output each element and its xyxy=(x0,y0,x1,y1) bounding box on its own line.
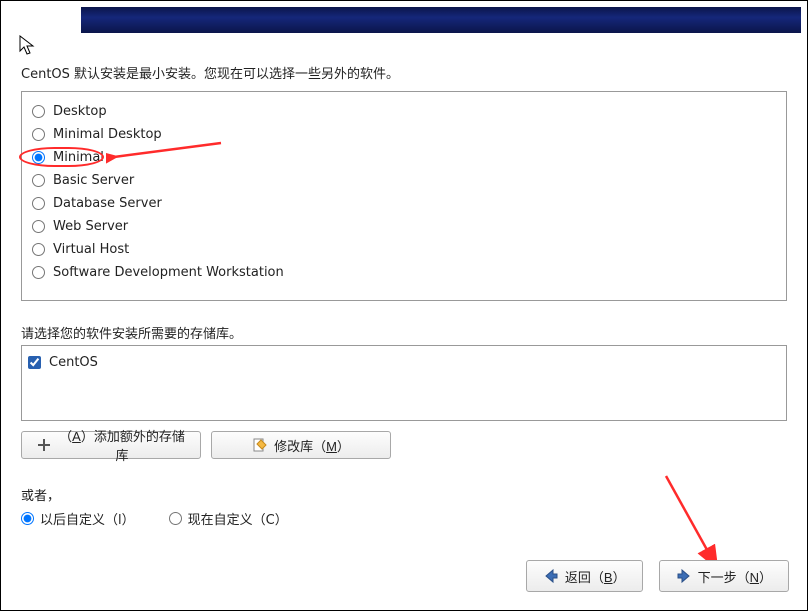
or-label: 或者， xyxy=(21,485,60,504)
intro-text: CentOS 默认安装是最小安装。您现在可以选择一些另外的软件。 xyxy=(21,63,787,82)
repo-centos[interactable]: CentOS xyxy=(28,352,780,372)
customize-later-label: 以后自定义（l） xyxy=(40,509,135,528)
footer-buttons: 返回（B） 下一步（N） xyxy=(526,560,789,592)
header-bar xyxy=(81,7,801,33)
customize-later[interactable]: 以后自定义（l） xyxy=(21,509,135,528)
add-repo-label: （A）添加额外的存储库 xyxy=(58,426,186,464)
radio-sdw[interactable] xyxy=(32,266,45,279)
software-option-label: Minimal Desktop xyxy=(53,127,162,142)
checkbox-centos[interactable] xyxy=(28,356,41,369)
software-option-minimal-desktop[interactable]: Minimal Desktop xyxy=(30,123,778,146)
radio-customize-later[interactable] xyxy=(21,512,34,525)
customize-now-label: 现在自定义（C） xyxy=(188,509,288,528)
customize-now[interactable]: 现在自定义（C） xyxy=(169,509,288,528)
back-button[interactable]: 返回（B） xyxy=(526,560,643,592)
software-option-virtual-host[interactable]: Virtual Host xyxy=(30,238,778,261)
repo-buttons: （A）添加额外的存储库 修改库（M） xyxy=(21,431,391,459)
next-button[interactable]: 下一步（N） xyxy=(659,560,789,592)
radio-minimal[interactable] xyxy=(32,151,45,164)
edit-icon xyxy=(252,437,268,453)
software-option-sdw[interactable]: Software Development Workstation xyxy=(30,261,778,284)
software-option-database-server[interactable]: Database Server xyxy=(30,192,778,215)
software-option-label: Virtual Host xyxy=(53,242,129,257)
back-label: 返回（B） xyxy=(565,567,626,586)
arrow-left-icon xyxy=(543,568,559,584)
radio-customize-now[interactable] xyxy=(169,512,182,525)
software-option-label: Desktop xyxy=(53,104,107,119)
repo-label: CentOS xyxy=(49,355,98,370)
radio-basic-server[interactable] xyxy=(32,174,45,187)
radio-minimal-desktop[interactable] xyxy=(32,128,45,141)
cursor-icon xyxy=(19,35,35,57)
repo-panel: CentOS xyxy=(21,345,787,421)
software-option-label: Basic Server xyxy=(53,173,134,188)
software-option-basic-server[interactable]: Basic Server xyxy=(30,169,778,192)
add-repo-button[interactable]: （A）添加额外的存储库 xyxy=(21,431,201,459)
software-option-label: Software Development Workstation xyxy=(53,265,284,280)
software-option-label: Web Server xyxy=(53,219,128,234)
repo-prompt: 请选择您的软件安装所需要的存储库。 xyxy=(21,323,242,342)
software-option-desktop[interactable]: Desktop xyxy=(30,100,778,123)
software-option-label: Minimal xyxy=(53,150,104,165)
next-label: 下一步（N） xyxy=(698,567,772,586)
customize-radios: 以后自定义（l） 现在自定义（C） xyxy=(21,509,288,528)
modify-repo-button[interactable]: 修改库（M） xyxy=(211,431,391,459)
radio-desktop[interactable] xyxy=(32,105,45,118)
radio-database-server[interactable] xyxy=(32,197,45,210)
software-option-minimal[interactable]: Minimal xyxy=(30,146,778,169)
modify-repo-label: 修改库（M） xyxy=(274,436,350,455)
arrow-right-icon xyxy=(676,568,692,584)
radio-web-server[interactable] xyxy=(32,220,45,233)
software-selection-panel: Desktop Minimal Desktop Minimal Basic Se… xyxy=(21,91,787,301)
software-option-web-server[interactable]: Web Server xyxy=(30,215,778,238)
radio-virtual-host[interactable] xyxy=(32,243,45,256)
plus-icon xyxy=(36,437,52,453)
software-option-label: Database Server xyxy=(53,196,162,211)
